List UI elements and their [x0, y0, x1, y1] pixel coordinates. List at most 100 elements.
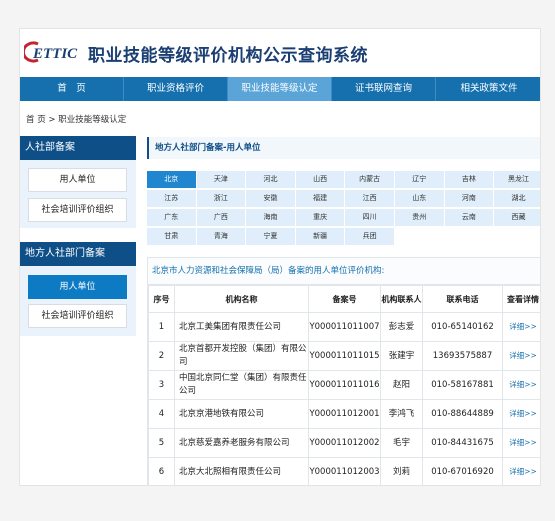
- detail-cell: 详细>>: [502, 428, 540, 458]
- region-option[interactable]: 广东: [147, 209, 196, 226]
- region-option[interactable]: 新疆: [295, 228, 345, 245]
- table-row: 4 北京京港地铁有限公司 Y000011012001 李鸿飞 010-88644889 详…: [148, 399, 540, 429]
- main-content: 地方人社部门备案-用人单位 北京天津河北山西内蒙古辽宁吉林黑龙江上海江苏浙江安徽…: [147, 133, 540, 485]
- detail-link[interactable]: 详细>>: [509, 467, 537, 476]
- filing-number: Y000011012003: [308, 457, 381, 485]
- site-header: ETTIC 职业技能等级评价机构公示查询系统: [20, 29, 540, 77]
- row-number: 6: [148, 457, 175, 485]
- col-header-reg: 备案号: [308, 285, 381, 313]
- row-number: 5: [148, 428, 175, 458]
- logo-text: ETTIC: [32, 46, 78, 62]
- table-row: 6 北京大北照相有限责任公司 Y000011012003 刘莉 010-67016920…: [148, 457, 540, 485]
- contact-person: 毛宇: [380, 428, 423, 458]
- institution-name: 北京工美集团有限责任公司: [174, 312, 309, 342]
- region-option[interactable]: 福建: [295, 190, 345, 207]
- col-header-name: 机构名称: [174, 285, 309, 313]
- region-option[interactable]: 浙江: [196, 190, 246, 207]
- row-number: 4: [148, 399, 175, 429]
- filing-number: Y000011012001: [308, 399, 381, 429]
- contact-phone: 010-84431675: [422, 428, 503, 458]
- contact-person: 赵阳: [380, 370, 423, 400]
- contact-person: 张建宇: [380, 341, 423, 371]
- sidebar-local-filing: 地方人社部门备案 用人单位 社会培训评价组织: [20, 242, 136, 336]
- sidebar-ministry-employer[interactable]: 用人单位: [28, 168, 127, 192]
- region-option[interactable]: 宁夏: [246, 228, 295, 245]
- contact-person: 李鸿飞: [380, 399, 423, 429]
- region-option[interactable]: 重庆: [295, 209, 345, 226]
- region-option[interactable]: 湖北: [494, 190, 540, 207]
- nav-certificate-query[interactable]: 证书联网查询: [332, 77, 436, 101]
- contact-phone: 010-65140162: [422, 312, 503, 342]
- list-caption: 北京市人力资源和社会保障局（局）备案的用人单位评价机构:: [148, 258, 540, 285]
- filing-number: Y000011011015: [308, 341, 381, 371]
- region-option[interactable]: 黑龙江: [494, 171, 540, 188]
- filing-number: Y000011011007: [308, 312, 381, 342]
- region-option[interactable]: 北京: [147, 171, 196, 188]
- region-option[interactable]: 甘肃: [147, 228, 196, 245]
- table-row: 3 中国北京同仁堂（集团）有限责任公司 Y000011011016 赵阳 010-581…: [148, 370, 540, 400]
- institution-name: 北京京港地铁有限公司: [174, 399, 309, 429]
- filing-number: Y000011011016: [308, 370, 381, 400]
- detail-cell: 详细>>: [502, 370, 540, 400]
- nav-skill-level-certification[interactable]: 职业技能等级认定: [228, 77, 332, 101]
- region-option[interactable]: 天津: [196, 171, 246, 188]
- row-number: 1: [148, 312, 175, 342]
- institution-name: 中国北京同仁堂（集团）有限责任公司: [174, 370, 309, 400]
- region-option[interactable]: 山东: [394, 190, 444, 207]
- table-header-row: 序号 机构名称 备案号 机构联系人 联系电话 查看详情: [148, 285, 540, 313]
- region-option[interactable]: 贵州: [394, 209, 444, 226]
- region-option[interactable]: 安徽: [246, 190, 295, 207]
- nav-policy-documents[interactable]: 相关政策文件: [436, 77, 540, 101]
- detail-cell: 详细>>: [502, 457, 540, 485]
- region-option[interactable]: 内蒙古: [345, 171, 394, 188]
- row-number: 2: [148, 341, 175, 371]
- region-option[interactable]: 山西: [295, 171, 345, 188]
- region-option[interactable]: 云南: [444, 209, 494, 226]
- region-option[interactable]: 青海: [196, 228, 246, 245]
- region-option[interactable]: 江苏: [147, 190, 196, 207]
- breadcrumb: 首 页 > 职业技能等级认定: [26, 115, 127, 125]
- table-row: 1 北京工美集团有限责任公司 Y000011011007 彭志爱 010-6514016…: [148, 312, 540, 342]
- sidebar-ministry-filing: 人社部备案 用人单位 社会培训评价组织: [20, 136, 136, 228]
- sidebar-local-training-org[interactable]: 社会培训评价组织: [28, 304, 127, 328]
- nav-qualification-evaluation[interactable]: 职业资格评价: [124, 77, 228, 101]
- region-option[interactable]: 江西: [345, 190, 394, 207]
- detail-link[interactable]: 详细>>: [509, 438, 537, 447]
- table-row: 5 北京慈爱嘉养老服务有限公司 Y000011012002 毛宇 010-8443167…: [148, 428, 540, 458]
- sidebar-ministry-training-org[interactable]: 社会培训评价组织: [28, 198, 127, 222]
- region-option[interactable]: 河北: [246, 171, 295, 188]
- main-nav: 首 页 职业资格评价 职业技能等级认定 证书联网查询 相关政策文件: [20, 77, 540, 101]
- institution-name: 北京大北照相有限责任公司: [174, 457, 309, 485]
- region-option[interactable]: 广西: [196, 209, 246, 226]
- region-option[interactable]: 吉林: [444, 171, 494, 188]
- region-option[interactable]: 四川: [345, 209, 394, 226]
- institution-list-panel: 北京市人力资源和社会保障局（局）备案的用人单位评价机构: 序号 机构名称 备案号…: [147, 257, 540, 485]
- contact-person: 彭志爱: [380, 312, 423, 342]
- detail-cell: 详细>>: [502, 399, 540, 429]
- institution-name: 北京首都开发控股（集团）有限公司: [174, 341, 309, 371]
- contact-phone: 13693575887: [422, 341, 503, 371]
- detail-link[interactable]: 详细>>: [509, 322, 537, 331]
- region-option[interactable]: 海南: [246, 209, 295, 226]
- filing-number: Y000011012002: [308, 428, 381, 458]
- region-option[interactable]: 西藏: [494, 209, 540, 226]
- main-title: 地方人社部门备案-用人单位: [147, 137, 540, 159]
- col-header-detail: 查看详情: [502, 285, 540, 313]
- contact-person: 刘莉: [380, 457, 423, 485]
- page-frame: ETTIC 职业技能等级评价机构公示查询系统 首 页 职业资格评价 职业技能等级…: [19, 28, 541, 486]
- ettic-logo[interactable]: ETTIC: [24, 41, 80, 63]
- sidebar-ministry-title: 人社部备案: [20, 136, 136, 160]
- sidebar-local-employer[interactable]: 用人单位: [28, 275, 127, 299]
- detail-link[interactable]: 详细>>: [509, 351, 537, 360]
- nav-home[interactable]: 首 页: [20, 77, 124, 101]
- row-number: 3: [148, 370, 175, 400]
- region-option[interactable]: 辽宁: [394, 171, 444, 188]
- region-option[interactable]: 河南: [444, 190, 494, 207]
- table-row: 2 北京首都开发控股（集团）有限公司 Y000011011015 张建宇 1369357…: [148, 341, 540, 371]
- detail-link[interactable]: 详细>>: [509, 380, 537, 389]
- contact-phone: 010-67016920: [422, 457, 503, 485]
- col-header-phone: 联系电话: [422, 285, 503, 313]
- detail-link[interactable]: 详细>>: [509, 409, 537, 418]
- contact-phone: 010-88644889: [422, 399, 503, 429]
- region-option[interactable]: 兵团: [345, 228, 394, 245]
